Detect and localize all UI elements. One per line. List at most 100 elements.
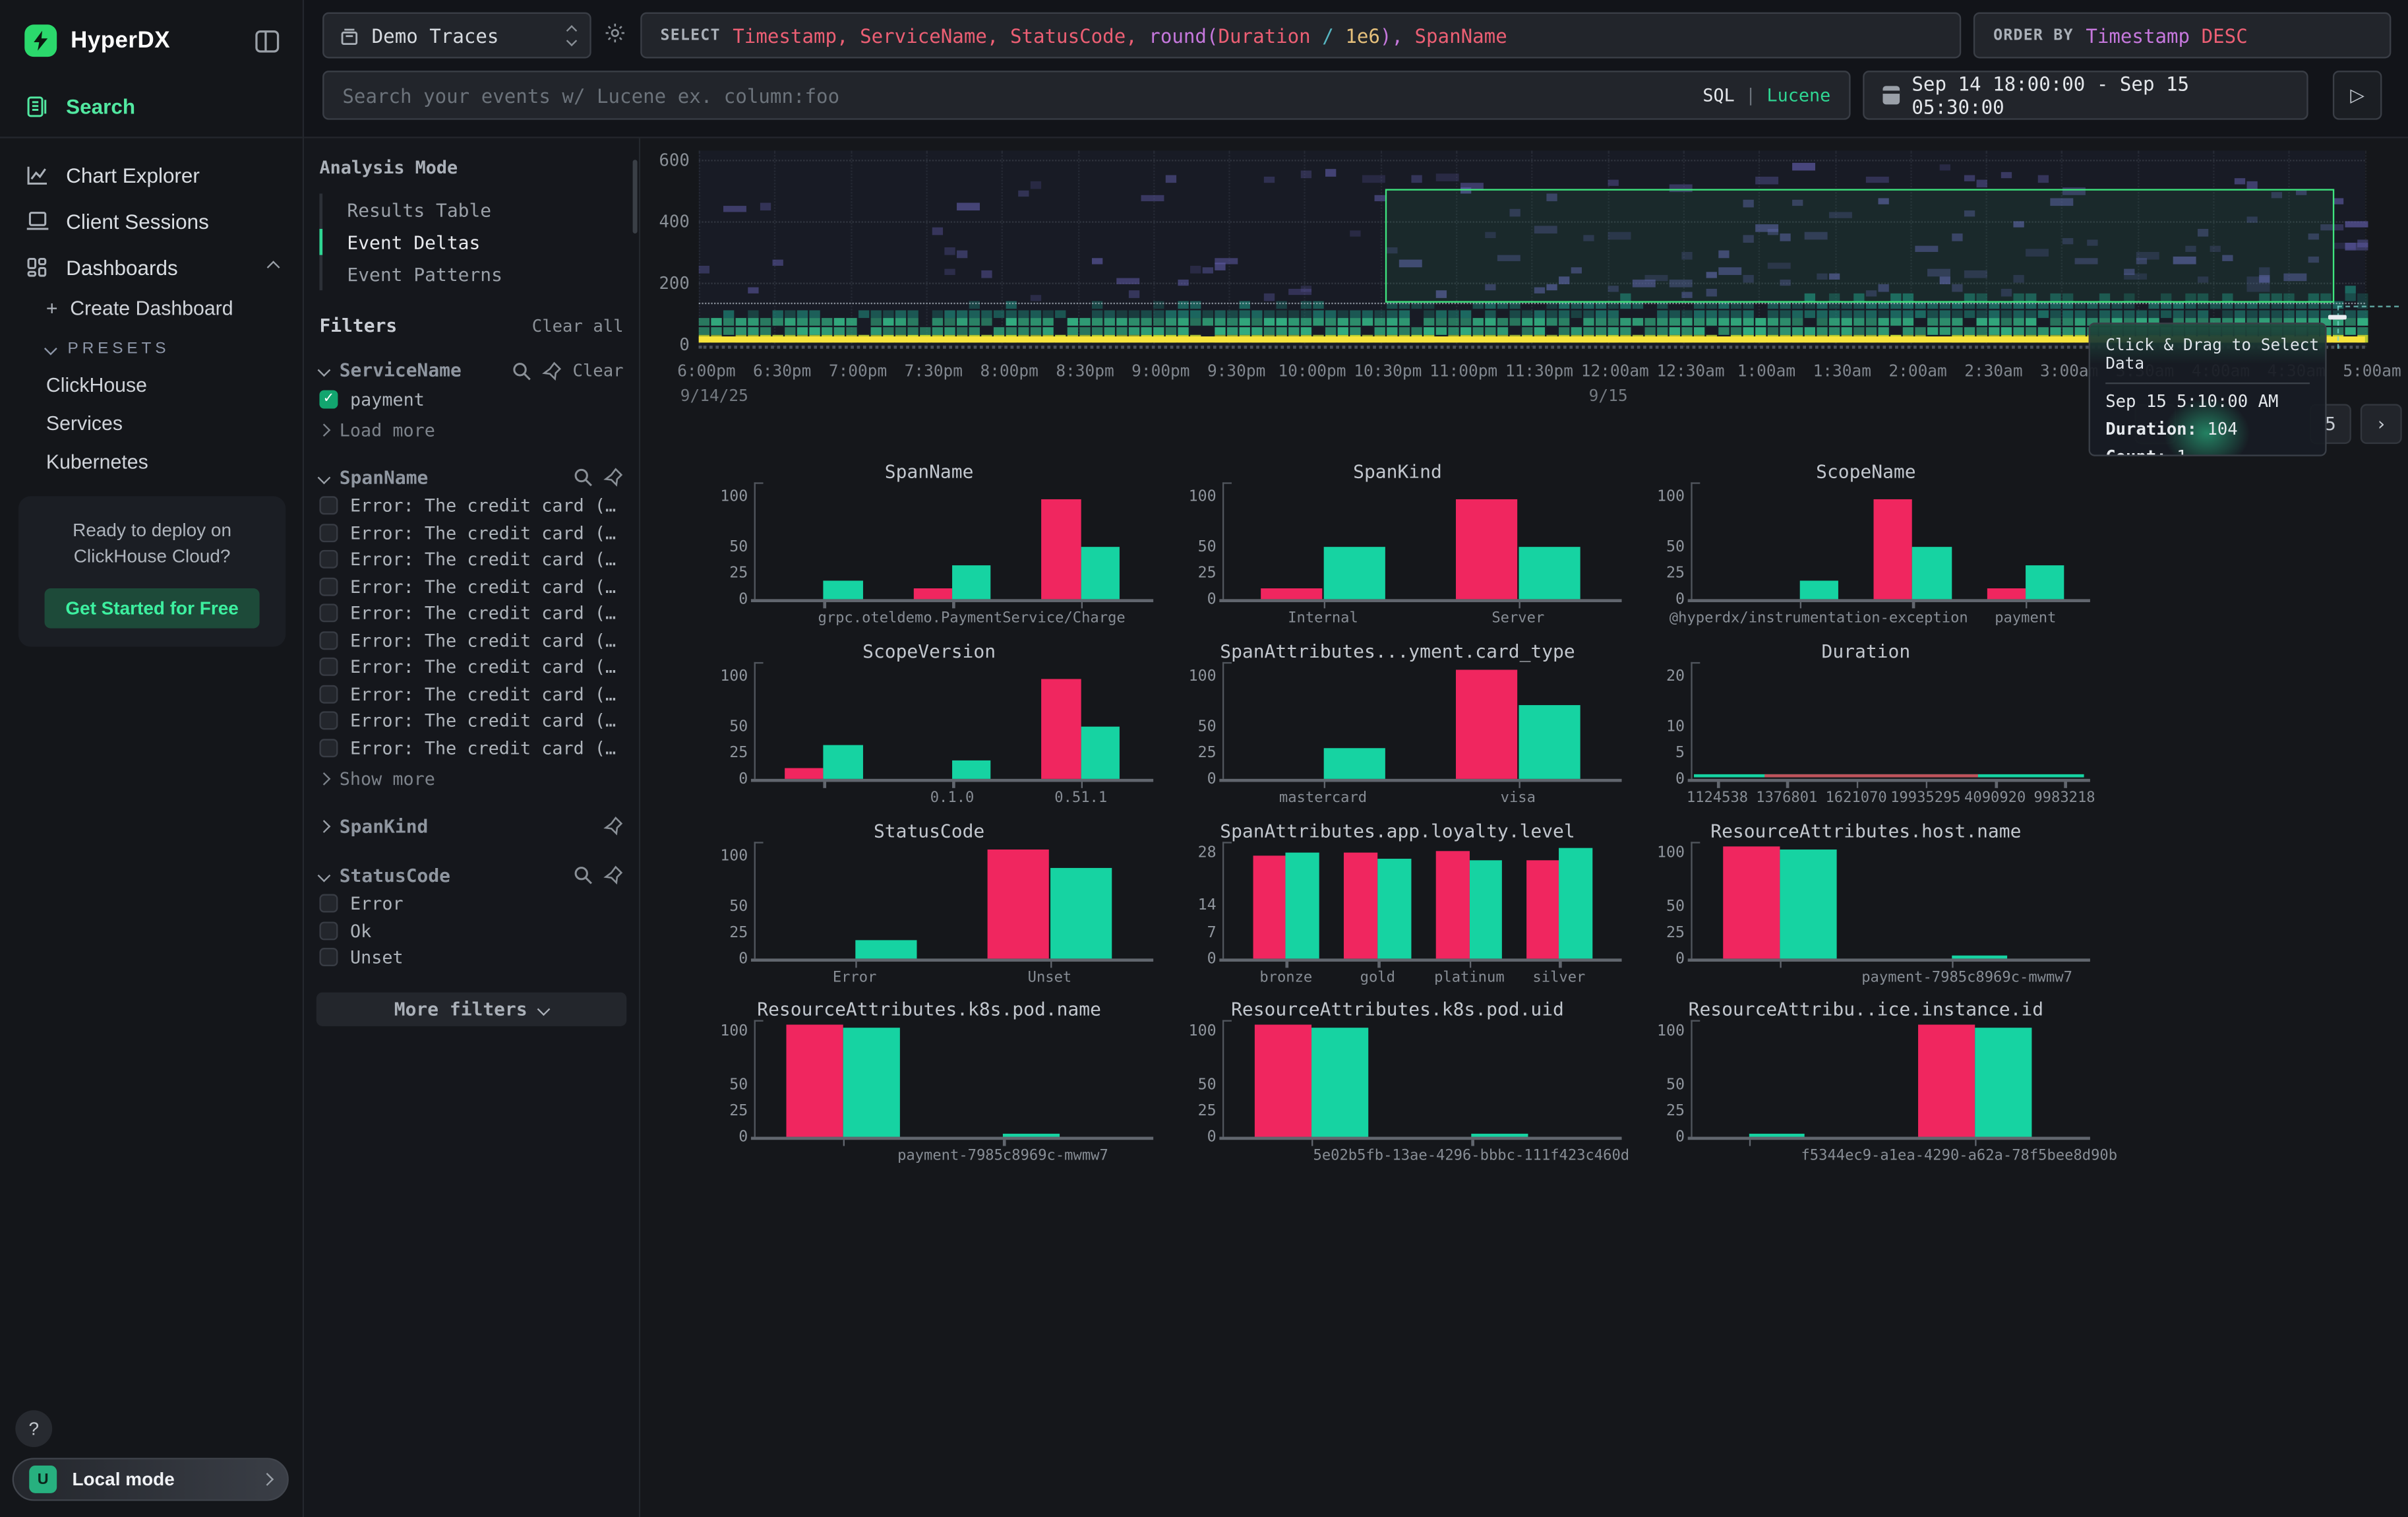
tooltip-duration: Duration: 104 [2090,412,2325,439]
checkbox-unchecked[interactable] [319,658,338,676]
chevron-right-icon [318,423,331,436]
filter-checkbox-row[interactable]: Error [304,890,639,917]
clear-section-button[interactable]: Clear [572,360,623,380]
checkbox-unchecked[interactable] [319,921,338,940]
filter-value-label: Error: The credit card (… [350,710,616,732]
panel-scrollbar[interactable] [633,160,638,233]
heatmap-cell [1424,319,1434,326]
filter-checkbox-row[interactable]: Error: The credit card (… [304,708,639,735]
checkbox-unchecked[interactable] [319,497,338,515]
red-bar [785,768,824,779]
y-tick-label: 0 [1170,771,1217,788]
filter-checkbox-row[interactable]: Error: The credit card (… [304,681,639,708]
x-tick [1912,602,1914,608]
heatmap-cell [1522,326,1532,334]
filter-checkbox-row[interactable]: ✓payment [304,386,639,413]
checkbox-unchecked[interactable] [319,685,338,703]
create-dashboard-button[interactable]: + Create Dashboard [0,292,303,325]
filter-checkbox-row[interactable]: Error: The credit card (… [304,492,639,519]
order-by-input[interactable]: ORDER BY Timestamp DESC [1973,13,2392,59]
heatmap-cell [2246,182,2257,189]
heatmap-cell [1890,319,1901,326]
filter-checkbox-row[interactable]: Error: The credit card (… [304,519,639,546]
x-tick-label: 19935295 [1890,789,1961,807]
sidebar-item-clickhouse[interactable]: ClickHouse [0,369,303,401]
pin-icon[interactable] [542,360,562,380]
sidebar-item-services[interactable]: Services [0,407,303,439]
green-bar [843,1028,899,1137]
filter-checkbox-row[interactable]: Error: The credit card (… [304,627,639,654]
analysis-mode-event-patterns[interactable]: Event Patterns [322,258,639,290]
checkbox-unchecked[interactable] [319,604,338,623]
search-icon[interactable] [511,360,531,380]
red-bar [1261,589,1323,600]
chevron-right-icon[interactable] [318,819,331,832]
filter-checkbox-row[interactable]: Error: The credit card (… [304,654,639,681]
search-icon[interactable] [573,467,593,487]
sidebar-item-chart-explorer[interactable]: Chart Explorer [0,157,303,194]
filter-checkbox-row[interactable]: Error: The credit card (… [304,546,639,573]
checkbox-unchecked[interactable] [319,894,338,913]
sidebar-collapse-icon[interactable] [253,28,281,55]
client-sessions-icon [24,210,49,232]
selection-box[interactable] [1385,189,2335,302]
presets-toggle[interactable]: PRESETS [0,335,303,363]
local-mode-menu[interactable]: U Local mode [13,1458,289,1501]
heatmap-cell [2345,310,2356,318]
heatmap-cell [1424,326,1434,334]
heatmap-cell [1964,175,1975,181]
run-query-button[interactable]: ▷ [2333,71,2382,120]
chevron-down-icon[interactable] [318,869,331,882]
checkbox-unchecked[interactable] [319,948,338,967]
chart-title: SpanAttributes.app.loyalty.level [1167,820,1628,842]
more-filters-button[interactable]: More filters [316,993,626,1026]
sidebar-item-client-sessions[interactable]: Client Sessions [0,202,303,239]
filter-checkbox-row[interactable]: Unset [304,944,639,971]
search-icon[interactable] [573,865,593,884]
date-range-picker[interactable]: Sep 14 18:00:00 - Sep 15 05:30:00 [1863,71,2308,120]
y-axis [1222,1020,1224,1137]
get-started-button[interactable]: Get Started for Free [45,588,260,629]
pin-icon[interactable] [603,816,623,836]
gear-icon[interactable] [603,22,626,45]
filter-checkbox-row[interactable]: Ok [304,917,639,944]
sql-select-input[interactable]: SELECT Timestamp, ServiceName, StatusCod… [640,13,1961,59]
heatmap-cell [1657,319,1668,326]
checkbox-unchecked[interactable] [319,577,338,596]
heatmap-cell [2308,310,2319,318]
analysis-mode-results-table[interactable]: Results Table [322,193,639,226]
sidebar-item-kubernetes[interactable]: Kubernetes [0,445,303,478]
green-bar [1081,547,1120,599]
pin-icon[interactable] [603,865,623,884]
events-heatmap[interactable]: 60040020006:00pm6:30pm7:00pm7:30pm8:00pm… [640,139,2408,461]
sidebar-item-search[interactable]: Search [0,88,303,125]
load-more-button[interactable]: Load more [304,416,639,443]
sql-mode-toggle[interactable]: SQL [1702,84,1734,106]
heatmap-plot[interactable] [699,150,2365,347]
filter-section-name: StatusCode [340,864,450,886]
help-button[interactable]: ? [15,1410,52,1447]
chevron-down-icon[interactable] [318,470,331,483]
filter-checkbox-row[interactable]: Error: The credit card (… [304,734,639,761]
chevron-down-icon[interactable] [318,363,331,377]
checkbox-checked[interactable]: ✓ [319,390,338,408]
show-more-button[interactable]: Show more [304,764,639,792]
heatmap-cell [1436,173,1459,180]
checkbox-unchecked[interactable] [319,550,338,569]
sidebar-item-dashboards[interactable]: Dashboards [0,249,303,286]
x-tick-label: 1376801 [1756,789,1817,807]
lucene-mode-toggle[interactable]: Lucene [1767,84,1831,106]
page-next-button[interactable]: › [2361,404,2402,445]
pin-icon[interactable] [603,467,623,487]
clear-all-button[interactable]: Clear all [532,316,624,336]
filter-checkbox-row[interactable]: Error: The credit card (… [304,600,639,627]
analysis-mode-event-deltas[interactable]: Event Deltas [322,226,639,258]
checkbox-unchecked[interactable] [319,712,338,730]
filter-checkbox-row[interactable]: Error: The credit card (… [304,573,639,600]
checkbox-unchecked[interactable] [319,524,338,542]
checkbox-unchecked[interactable] [319,631,338,650]
source-select[interactable]: Demo Traces [322,13,591,59]
event-search-input[interactable]: Search your events w/ Lucene ex. column:… [322,71,1850,120]
heatmap-date-tick: 9/14/25 [680,387,748,406]
checkbox-unchecked[interactable] [319,739,338,757]
